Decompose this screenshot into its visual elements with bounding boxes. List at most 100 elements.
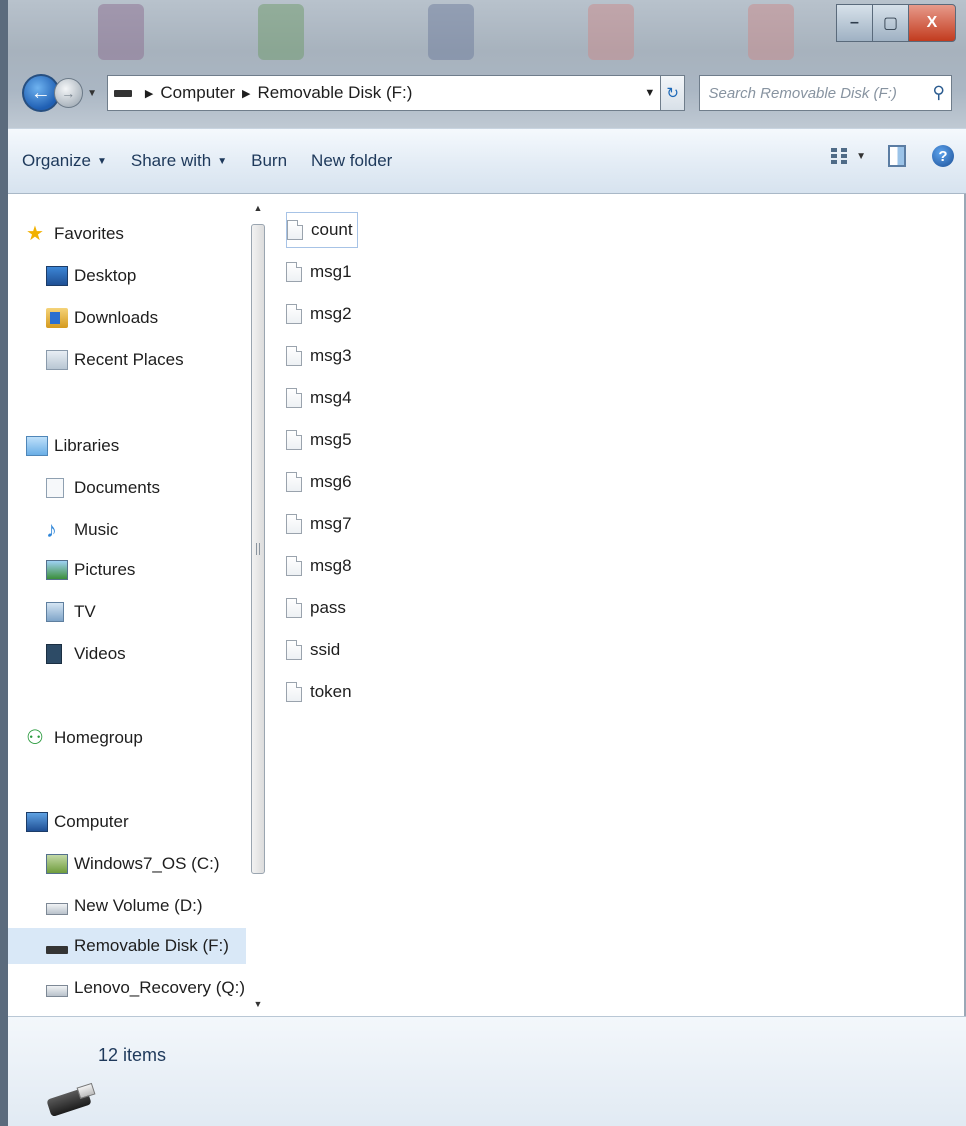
file-item[interactable]: msg3	[286, 338, 352, 374]
chevron-down-icon: ▼	[96, 155, 107, 167]
nav-libraries[interactable]: Libraries	[26, 428, 119, 464]
nav-pictures[interactable]: Pictures	[46, 552, 135, 588]
refresh-button[interactable]: ↻	[659, 75, 686, 111]
tv-icon	[46, 602, 64, 622]
breadcrumb-separator-icon[interactable]: ▶	[242, 87, 250, 100]
nav-videos[interactable]: Videos	[46, 636, 126, 672]
breadcrumb-separator-icon[interactable]: ▶	[145, 87, 153, 100]
file-item[interactable]: ssid	[286, 632, 340, 668]
nav-drive-c-label: Windows7_OS (C:)	[74, 854, 220, 873]
file-name: pass	[310, 598, 346, 617]
background-blur	[748, 4, 794, 60]
nav-drive-f-label: Removable Disk (F:)	[74, 936, 229, 955]
usb-drive-large-icon	[42, 1082, 96, 1118]
file-name: msg7	[310, 514, 352, 533]
breadcrumb-computer[interactable]: Computer	[160, 83, 235, 103]
nav-desktop[interactable]: Desktop	[46, 258, 136, 294]
breadcrumb-removable-disk[interactable]: Removable Disk (F:)	[257, 83, 412, 103]
usb-drive-icon	[46, 946, 68, 954]
hard-drive-icon	[46, 985, 68, 997]
nav-tv-label: TV	[74, 602, 96, 621]
search-input[interactable]	[708, 84, 933, 102]
chevron-down-icon: ▼	[217, 155, 228, 167]
file-name: msg6	[310, 472, 352, 491]
nav-computer[interactable]: Computer	[26, 804, 129, 840]
grip-icon	[256, 543, 260, 555]
scrollbar-thumb[interactable]	[251, 224, 265, 874]
nav-homegroup[interactable]: ⚇ Homegroup	[26, 720, 143, 756]
change-view-icon[interactable]	[828, 145, 850, 167]
nav-pane-scrollbar[interactable]: ▲ ▼	[248, 198, 268, 1014]
file-item[interactable]: msg1	[286, 254, 352, 290]
nav-libraries-label: Libraries	[54, 436, 120, 455]
details-pane: 12 items	[8, 1016, 966, 1126]
search-box[interactable]: ⚲	[699, 75, 952, 111]
file-item[interactable]: count	[286, 212, 358, 248]
burn-button[interactable]: Burn	[251, 151, 287, 171]
nav-favorites[interactable]: ★ Favorites	[26, 216, 124, 252]
nav-music[interactable]: ♪ Music	[46, 512, 118, 548]
desktop-icon	[46, 266, 68, 286]
item-count: 12 items	[98, 1045, 167, 1065]
organize-menu[interactable]: Organize ▼	[22, 151, 107, 171]
nav-recent-places[interactable]: Recent Places	[46, 342, 184, 378]
file-name: msg2	[310, 304, 352, 323]
file-item[interactable]: msg6	[286, 464, 352, 500]
recent-places-icon	[46, 350, 68, 370]
preview-pane-icon[interactable]	[888, 145, 906, 167]
scroll-up-icon[interactable]: ▲	[248, 198, 268, 218]
usb-drive-icon	[113, 89, 132, 97]
file-item[interactable]: msg4	[286, 380, 352, 416]
file-item[interactable]: token	[286, 674, 352, 710]
downloads-icon	[46, 308, 68, 328]
nav-computer-label: Computer	[54, 812, 129, 831]
nav-drive-f[interactable]: Removable Disk (F:)	[8, 928, 246, 964]
windows-drive-icon	[46, 854, 68, 874]
help-icon[interactable]: ?	[932, 145, 954, 167]
nav-documents[interactable]: Documents	[46, 470, 160, 506]
minimize-button[interactable]: –	[836, 4, 872, 42]
file-name: msg4	[310, 388, 352, 407]
maximize-button[interactable]: ▢	[872, 4, 908, 42]
share-with-menu[interactable]: Share with ▼	[131, 151, 227, 171]
documents-icon	[46, 478, 64, 498]
pictures-icon	[46, 560, 68, 580]
file-name: count	[311, 220, 353, 239]
close-button[interactable]: X	[908, 4, 956, 42]
videos-icon	[46, 644, 62, 664]
file-item[interactable]: msg8	[286, 548, 352, 584]
nav-drive-q-label: Lenovo_Recovery (Q:)	[74, 978, 246, 997]
nav-drive-c[interactable]: Windows7_OS (C:)	[46, 846, 219, 882]
recent-pages-dropdown[interactable]: ▼	[87, 88, 101, 99]
title-bar[interactable]: – ▢ X ← → ▼ ▶ Computer ▶ Removable Disk …	[8, 0, 966, 128]
file-item[interactable]: msg5	[286, 422, 352, 458]
nav-documents-label: Documents	[74, 478, 160, 497]
nav-homegroup-label: Homegroup	[54, 728, 143, 747]
music-note-icon: ♪	[46, 517, 57, 542]
nav-downloads[interactable]: Downloads	[46, 300, 158, 336]
address-dropdown-icon[interactable]: ▼	[640, 87, 660, 99]
search-icon[interactable]: ⚲	[933, 83, 945, 103]
file-name: msg3	[310, 346, 352, 365]
text-file-icon	[286, 262, 302, 282]
forward-button[interactable]: →	[53, 78, 84, 108]
nav-drive-d-label: New Volume (D:)	[74, 896, 203, 915]
burn-label: Burn	[251, 151, 288, 170]
nav-drive-q[interactable]: Lenovo_Recovery (Q:)	[46, 970, 245, 1006]
computer-icon	[26, 812, 48, 832]
view-options-chevron-icon[interactable]: ▼	[856, 151, 866, 162]
scroll-down-icon[interactable]: ▼	[248, 994, 268, 1014]
text-file-icon	[286, 514, 302, 534]
address-bar[interactable]: ▶ Computer ▶ Removable Disk (F:) ▼	[106, 75, 661, 111]
new-folder-button[interactable]: New folder	[311, 151, 392, 171]
nav-drive-d[interactable]: New Volume (D:)	[46, 888, 202, 924]
file-item[interactable]: msg7	[286, 506, 352, 542]
file-name: msg5	[310, 430, 352, 449]
file-name: token	[310, 682, 352, 701]
navigation-pane: ★ Favorites Desktop Downloads Recent Pla…	[8, 194, 246, 1014]
star-icon: ★	[26, 223, 44, 245]
navigation-bar: ← → ▼ ▶ Computer ▶ Removable Disk (F:) ▼…	[22, 70, 952, 116]
nav-tv[interactable]: TV	[46, 594, 96, 630]
file-item[interactable]: pass	[286, 590, 346, 626]
file-item[interactable]: msg2	[286, 296, 352, 332]
